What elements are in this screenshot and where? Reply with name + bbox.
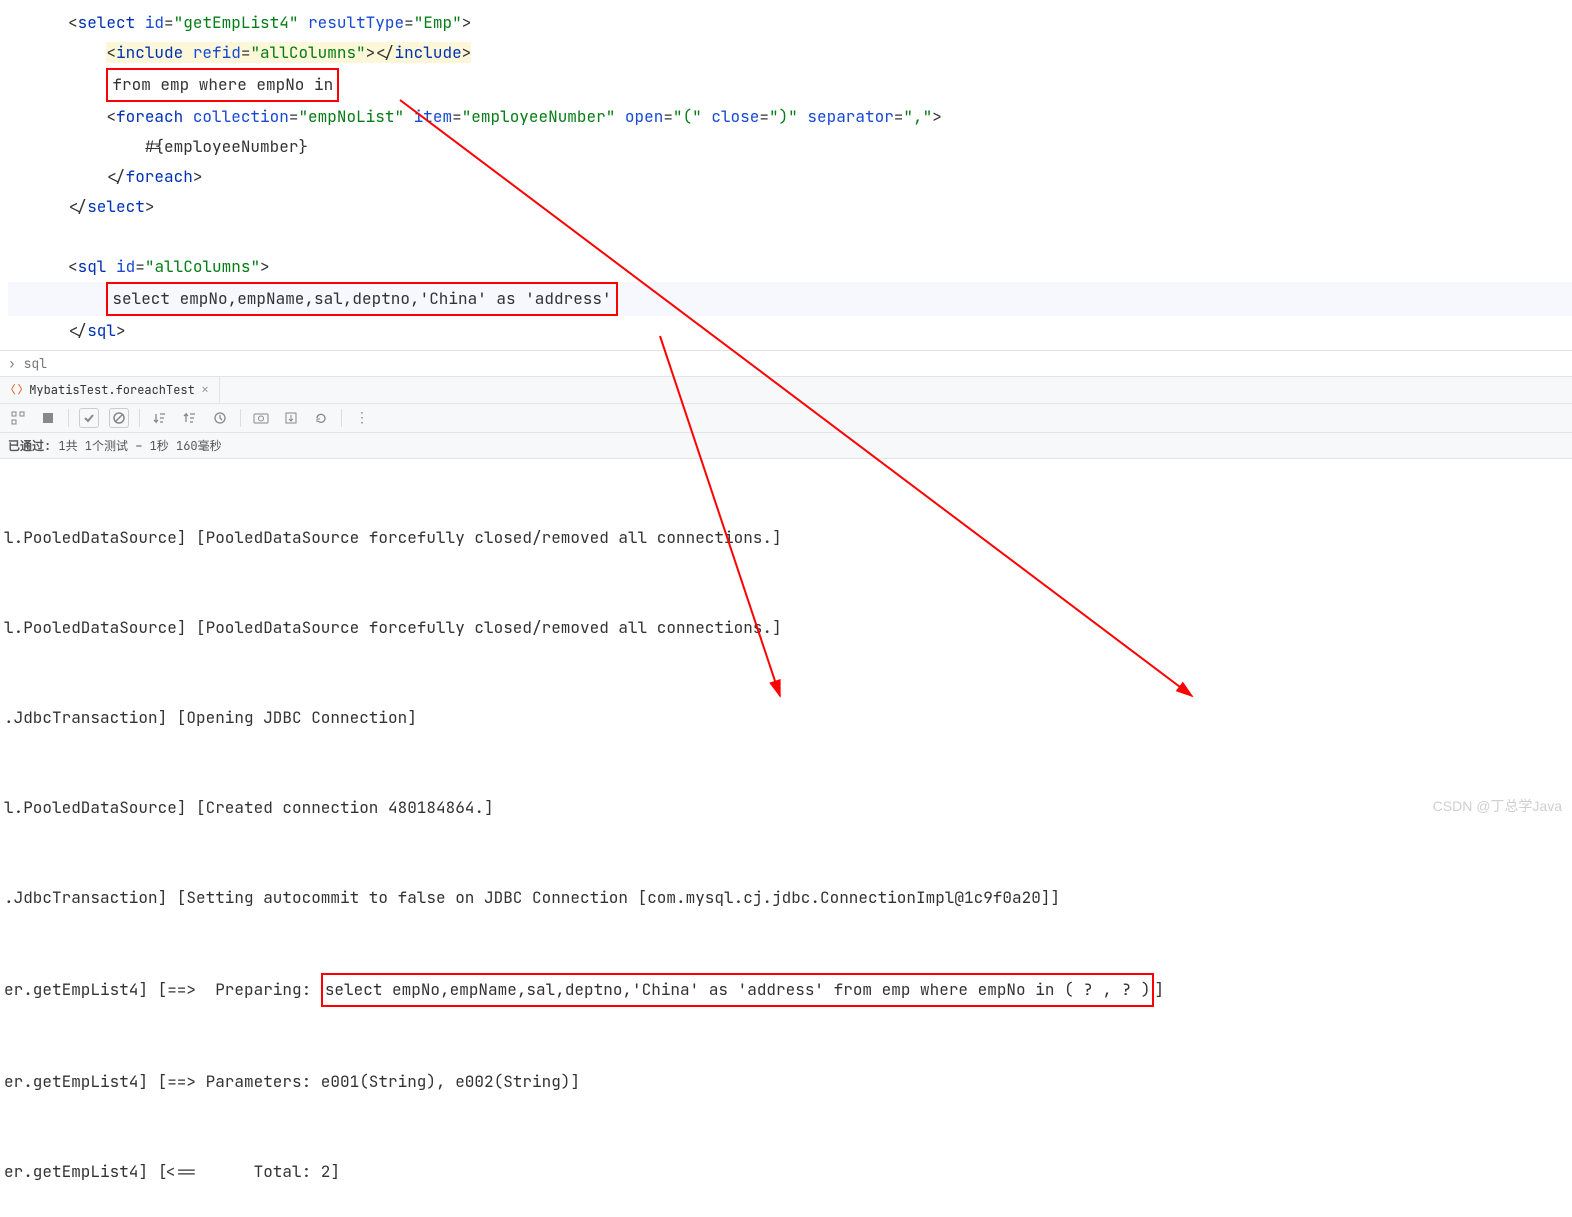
console-line: l.PooledDataSource] [PooledDataSource fo… xyxy=(0,613,1572,643)
more-icon[interactable]: ⋮ xyxy=(352,408,372,428)
console-line: l.PooledDataSource] [Created connection … xyxy=(0,793,1572,823)
annotation-box-1: from emp where empNo in xyxy=(106,68,339,102)
settings-icon[interactable] xyxy=(8,408,28,428)
code-line: </foreach> xyxy=(8,162,1572,192)
tab-label: MybatisTest.foreachTest xyxy=(29,382,195,398)
code-line: <select id="getEmpList4" resultType="Emp… xyxy=(8,8,1572,38)
code-line xyxy=(8,222,1572,252)
breadcrumb-item[interactable]: sql xyxy=(24,355,47,372)
console-output[interactable]: l.PooledDataSource] [PooledDataSource fo… xyxy=(0,459,1572,1217)
breadcrumb[interactable]: › sql xyxy=(0,350,1572,377)
watermark: CSDN @丁总学Java xyxy=(1433,796,1562,816)
code-line: from emp where empNo in xyxy=(8,68,1572,102)
console-line: .JdbcTransaction] [Setting autocommit to… xyxy=(0,883,1572,913)
code-line: </select> xyxy=(8,192,1572,222)
sort-up-icon[interactable] xyxy=(180,408,200,428)
check-icon[interactable] xyxy=(79,408,99,428)
test-icon: ⟨⟩ xyxy=(10,383,23,397)
camera-icon[interactable] xyxy=(251,408,271,428)
stop-icon[interactable] xyxy=(38,408,58,428)
chevron-icon: › xyxy=(8,355,16,372)
separator xyxy=(139,409,140,427)
close-icon[interactable]: × xyxy=(201,381,209,399)
separator xyxy=(68,409,69,427)
console-line: er.getEmpList4] [==> Parameters: e001(St… xyxy=(0,1067,1572,1097)
console-line: er.getEmpList4] [<== Total: 2] xyxy=(0,1157,1572,1187)
separator xyxy=(240,409,241,427)
test-status-bar: 已通过: 1共 1个测试 – 1秒 160毫秒 xyxy=(0,433,1572,459)
rerun-icon[interactable] xyxy=(311,408,331,428)
code-line: <include refid="allColumns"></include> xyxy=(8,38,1572,68)
separator xyxy=(341,409,342,427)
run-tab[interactable]: ⟨⟩ MybatisTest.foreachTest × xyxy=(0,377,220,403)
code-line: <foreach collection="empNoList" item="em… xyxy=(8,102,1572,132)
run-tab-bar: ⟨⟩ MybatisTest.foreachTest × xyxy=(0,377,1572,404)
sort-down-icon[interactable] xyxy=(150,408,170,428)
console-line: .JdbcTransaction] [Opening JDBC Connecti… xyxy=(0,703,1572,733)
nosign-icon[interactable] xyxy=(109,408,129,428)
code-line: <sql id="allColumns"> xyxy=(8,252,1572,282)
annotation-box-3: select empNo,empName,sal,deptno,'China' … xyxy=(321,973,1155,1007)
export-icon[interactable] xyxy=(281,408,301,428)
code-line: #{employeeNumber} xyxy=(8,132,1572,162)
code-line: select empNo,empName,sal,deptno,'China' … xyxy=(8,282,1572,316)
console-line: l.PooledDataSource] [PooledDataSource fo… xyxy=(0,523,1572,553)
console-line: er.getEmpList4] [==> Preparing: select e… xyxy=(0,973,1572,1007)
annotation-box-2: select empNo,empName,sal,deptno,'China' … xyxy=(106,282,617,316)
code-editor[interactable]: <select id="getEmpList4" resultType="Emp… xyxy=(0,0,1572,346)
clock-icon[interactable] xyxy=(210,408,230,428)
code-line: </sql> xyxy=(8,316,1572,346)
run-toolbar: ⋮ xyxy=(0,404,1572,433)
